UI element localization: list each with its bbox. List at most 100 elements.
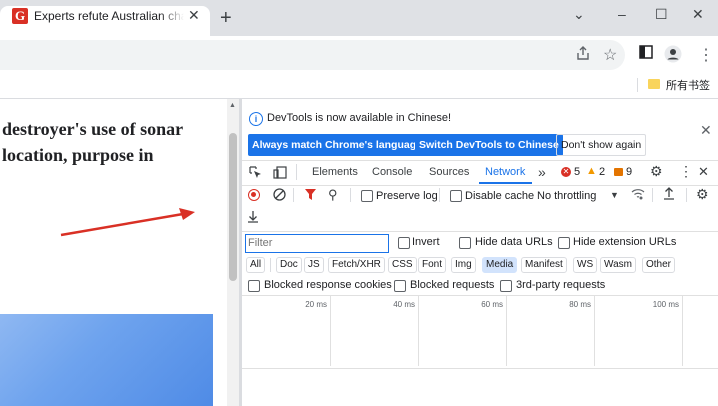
close-devtools-icon[interactable]: ✕ xyxy=(698,164,709,180)
hide-data-urls-label: Hide data URLs xyxy=(475,236,553,248)
type-filter-ws[interactable]: WS xyxy=(573,257,598,273)
filter-funnel-icon[interactable] xyxy=(305,189,316,204)
type-filter-css[interactable]: CSS xyxy=(388,257,417,273)
filter-input[interactable] xyxy=(245,234,389,253)
address-bar[interactable] xyxy=(0,40,625,70)
share-icon[interactable] xyxy=(575,45,591,66)
toolbar-separator xyxy=(350,188,351,202)
type-filter-img[interactable]: Img xyxy=(451,257,476,273)
side-panel-icon[interactable] xyxy=(639,45,653,64)
type-filter-other[interactable]: Other xyxy=(642,257,676,273)
tab-console[interactable]: Console xyxy=(372,166,412,178)
info-icon: i xyxy=(249,112,263,126)
infobar-message: DevTools is now available in Chinese! xyxy=(267,112,452,124)
close-infobar-icon[interactable]: ✕ xyxy=(700,122,712,139)
blocked-response-cookies-label: Blocked response cookies xyxy=(264,279,392,291)
hide-data-urls-checkbox[interactable] xyxy=(459,237,471,249)
search-icon[interactable]: ⚲ xyxy=(328,187,338,203)
more-tabs-icon[interactable]: » xyxy=(538,164,546,180)
folder-icon xyxy=(648,79,660,89)
tab-network[interactable]: Network xyxy=(485,166,525,178)
site-favicon-icon: G xyxy=(12,8,28,24)
hide-extension-urls-label: Hide extension URLs xyxy=(573,236,677,248)
hide-extension-urls-checkbox[interactable] xyxy=(558,237,570,249)
tab-elements[interactable]: Elements xyxy=(312,166,358,178)
inspect-element-icon[interactable] xyxy=(249,166,262,182)
error-icon: ✕ xyxy=(561,167,571,177)
chip-separator xyxy=(270,258,271,272)
timeline-tick-label: 40 ms xyxy=(393,300,415,309)
scroll-up-icon[interactable]: ▲ xyxy=(229,102,236,109)
toolbar-separator xyxy=(293,188,294,202)
disable-cache-checkbox[interactable] xyxy=(450,190,462,202)
import-har-icon[interactable] xyxy=(663,187,675,203)
timeline-gridline xyxy=(682,296,683,366)
third-party-requests-label: 3rd-party requests xyxy=(516,279,606,291)
blocked-requests-label: Blocked requests xyxy=(410,279,495,291)
network-conditions-icon[interactable] xyxy=(631,188,645,203)
timeline-gridline xyxy=(418,296,419,366)
switch-to-chinese-button[interactable]: Switch DevTools to Chinese xyxy=(415,134,563,156)
new-tab-button[interactable]: + xyxy=(220,8,232,28)
settings-gear-icon[interactable]: ⚙ xyxy=(650,163,663,180)
warning-count[interactable]: 2 xyxy=(599,166,605,178)
timeline-tick-label: 60 ms xyxy=(481,300,503,309)
page-scrollbar-thumb[interactable] xyxy=(229,133,237,281)
issues-count[interactable]: 9 xyxy=(626,166,632,178)
network-settings-gear-icon[interactable]: ⚙ xyxy=(696,186,709,203)
timeline-gridline xyxy=(594,296,595,366)
invert-checkbox[interactable] xyxy=(398,237,410,249)
red-arrow-annotation xyxy=(60,208,195,237)
type-filter-doc[interactable]: Doc xyxy=(276,257,302,273)
type-filter-manifest[interactable]: Manifest xyxy=(521,257,567,273)
bookmark-star-icon[interactable]: ☆ xyxy=(603,45,617,65)
type-filter-fetch-xhr[interactable]: Fetch/XHR xyxy=(328,257,385,273)
bookmarks-folder-label[interactable]: 所有书签 xyxy=(666,77,710,93)
match-language-button[interactable]: Always match Chrome's language xyxy=(248,134,426,156)
type-filter-wasm[interactable]: Wasm xyxy=(600,257,636,273)
chrome-menu-icon[interactable]: ⋮ xyxy=(698,45,714,65)
clear-log-icon[interactable] xyxy=(273,188,286,204)
tab-search-icon[interactable]: ⌄ xyxy=(573,6,585,23)
type-filter-media[interactable]: Media xyxy=(482,257,518,273)
type-filter-all[interactable]: All xyxy=(246,257,266,273)
throttling-select[interactable]: No throttling xyxy=(537,190,596,202)
third-party-requests-checkbox[interactable] xyxy=(500,280,512,292)
toolbar-separator xyxy=(439,188,440,202)
invert-label: Invert xyxy=(412,236,440,248)
bookmarks-divider xyxy=(637,78,638,92)
blocked-requests-checkbox[interactable] xyxy=(394,280,406,292)
article-headline-line1: destroyer's use of sonar xyxy=(2,119,184,139)
close-window-icon[interactable]: ✕ xyxy=(692,6,704,23)
preserve-log-label: Preserve log xyxy=(376,190,438,202)
type-filter-js[interactable]: JS xyxy=(304,257,324,273)
maximize-icon[interactable]: ☐ xyxy=(655,6,668,23)
record-stop-icon[interactable] xyxy=(248,189,260,201)
blocked-response-cookies-checkbox[interactable] xyxy=(248,280,260,292)
warning-icon: ▲ xyxy=(586,165,597,177)
device-toolbar-icon[interactable] xyxy=(273,166,287,182)
devtools-menu-icon[interactable]: ⋮ xyxy=(679,163,693,180)
error-count[interactable]: 5 xyxy=(574,166,580,178)
timeline-tick-label: 20 ms xyxy=(305,300,327,309)
timeline-gridline xyxy=(506,296,507,366)
chevron-down-icon[interactable]: ▼ xyxy=(610,190,619,200)
minimize-icon[interactable]: – xyxy=(618,6,626,22)
close-tab-icon[interactable]: ✕ xyxy=(188,7,200,24)
tab-separator xyxy=(296,164,297,180)
timeline-tick-label: 100 ms xyxy=(652,300,679,309)
timeline-gridline xyxy=(330,296,331,366)
tab-title-fade xyxy=(160,6,184,26)
dont-show-again-button[interactable]: Don't show again xyxy=(556,134,647,156)
type-filter-font[interactable]: Font xyxy=(418,257,447,273)
profile-avatar-icon[interactable] xyxy=(664,45,682,68)
toolbar-separator xyxy=(652,188,653,202)
toolbar-separator xyxy=(686,188,687,202)
export-har-icon[interactable] xyxy=(247,210,259,226)
tab-sources[interactable]: Sources xyxy=(429,166,469,178)
preserve-log-checkbox[interactable] xyxy=(361,190,373,202)
active-tab-indicator xyxy=(479,182,532,184)
article-headline-line2: location, purpose in xyxy=(2,145,154,165)
issues-icon xyxy=(614,168,623,176)
article-photo xyxy=(0,314,213,406)
